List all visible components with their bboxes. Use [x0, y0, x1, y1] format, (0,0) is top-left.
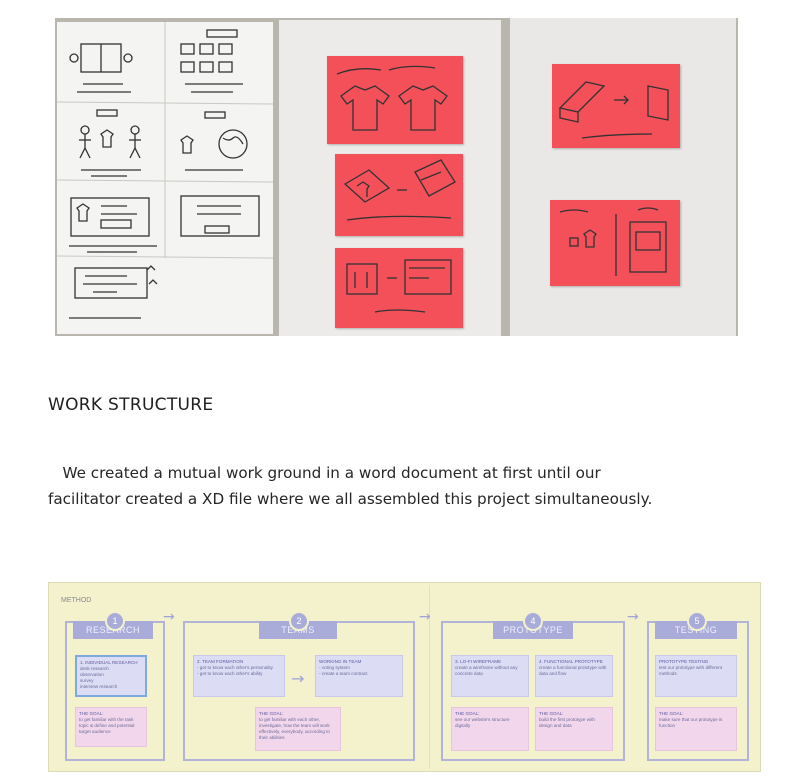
- stage-testing: TESTING 5 PROTOTYPE TESTING test our pro…: [647, 611, 749, 761]
- storyboard-paper: [56, 22, 274, 334]
- goal-box: THE GOAL: make sure that our prototype i…: [655, 707, 737, 751]
- body-line-1: We created a mutual work ground in a wor…: [48, 464, 601, 482]
- section-heading: WORK STRUCTURE: [48, 395, 214, 415]
- box-text: build the first prototype with design an…: [539, 717, 595, 728]
- team-formation-box: 2. TEAM FORMATION - get to know each oth…: [193, 655, 285, 697]
- box-text: make sure that our prototype is function: [659, 717, 723, 728]
- stage-number: 2: [289, 611, 309, 631]
- prototype-testing-box: PROTOTYPE TESTING test our prototype wit…: [655, 655, 737, 697]
- arrow-right-icon: →: [419, 609, 431, 625]
- body-paragraph: We created a mutual work ground in a wor…: [48, 460, 748, 512]
- body-line-2: facilitator created a XD file where we a…: [48, 490, 653, 508]
- box-text: see our website's structure digitally: [455, 717, 510, 728]
- arrow-right-icon: →: [627, 609, 639, 625]
- sticky-note-dyeing: [335, 154, 463, 236]
- box-text: to get familiar with each other, investi…: [259, 717, 330, 740]
- box-text: create a wireframe without any concrete …: [455, 665, 518, 676]
- goal-box: THE GOAL: to get familiar with each othe…: [255, 707, 341, 751]
- storyboard-sketches: [56, 22, 274, 319]
- lofi-wireframe-box: 3. LO-FI WIREFRAME create a wireframe wi…: [451, 655, 529, 697]
- arrow-right-icon: →: [291, 669, 305, 688]
- box-text: - get to know each other's personality -…: [197, 665, 273, 676]
- box-text: to get familiar with the task topic & de…: [79, 717, 135, 734]
- research-box: 1. INDIVIDUAL RESEARCH desk research obs…: [75, 655, 147, 697]
- stage-number: 5: [687, 611, 707, 631]
- shop-notes-paper: [510, 18, 736, 336]
- goal-box: THE GOAL: to get familiar with the task …: [75, 707, 147, 747]
- stage-prototype: PROTOTYPE 4 3. LO-FI WIREFRAME create a …: [441, 611, 625, 761]
- method-diagram: METHOD RESEARCH 1 1. INDIVIDUAL RESEARCH…: [48, 582, 761, 772]
- working-in-team-box: WORKING IN TEAM - voting system - create…: [315, 655, 403, 697]
- sticky-note-finishing: [335, 248, 463, 328]
- method-label: METHOD: [61, 597, 92, 604]
- goal-box: THE GOAL: build the first prototype with…: [535, 707, 613, 751]
- box-text: desk research observation survey intervi…: [80, 666, 118, 689]
- stage-research: RESEARCH 1 1. INDIVIDUAL RESEARCH desk r…: [65, 611, 165, 761]
- arrow-right-icon: →: [163, 609, 175, 625]
- sticky-note-shirts: [327, 56, 463, 144]
- box-text: test our prototype with different method…: [659, 665, 722, 676]
- sticky-note-order: [550, 200, 680, 286]
- stage-number: 4: [523, 611, 543, 631]
- stage-number: 1: [105, 611, 125, 631]
- stage-teams: TEAMS 2 2. TEAM FORMATION - get to know …: [183, 611, 415, 761]
- clothing-notes-paper: [279, 20, 501, 336]
- sticky-note-shop: [552, 64, 680, 148]
- sketch-photo: [55, 18, 738, 336]
- box-text: create a functional prototype with data …: [539, 665, 607, 676]
- box-text: - voting system - create a team contract: [319, 665, 368, 676]
- goal-box: THE GOAL: see our website's structure di…: [451, 707, 529, 751]
- functional-prototype-box: 4. FUNCTIONAL PROTOTYPE create a functio…: [535, 655, 613, 697]
